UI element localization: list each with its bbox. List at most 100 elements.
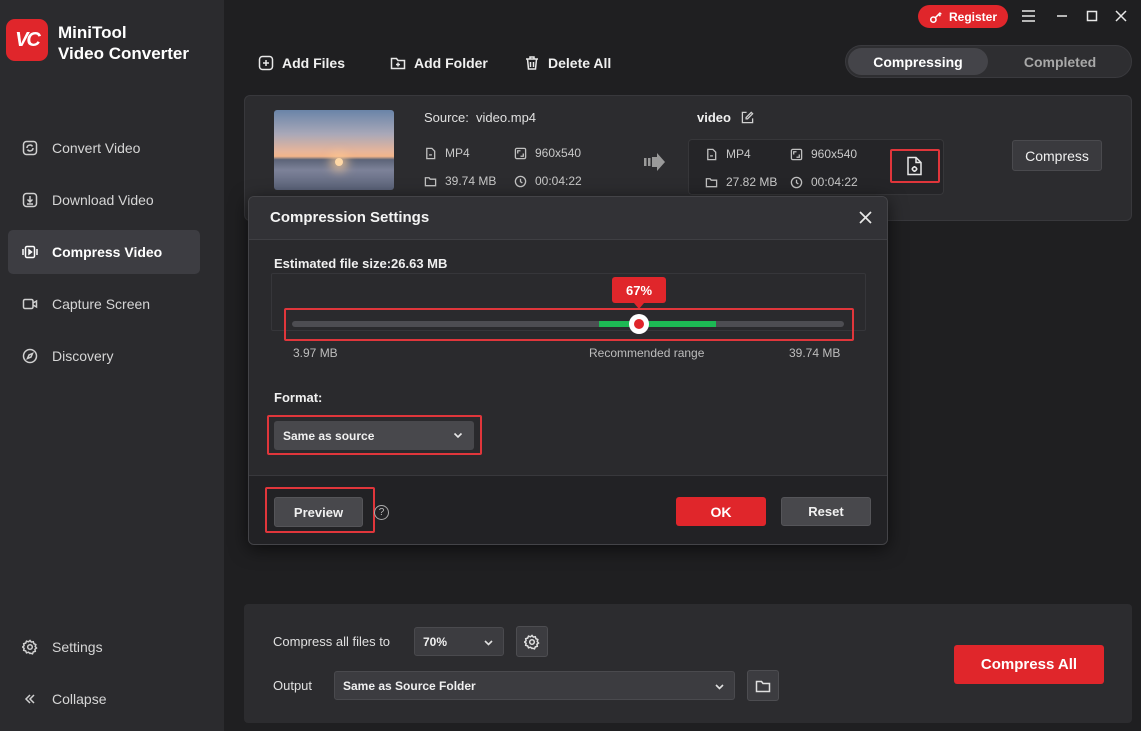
arrow-right-icon bbox=[644, 152, 666, 175]
output-resolution-value: 960x540 bbox=[811, 147, 858, 161]
close-icon[interactable] bbox=[1112, 7, 1130, 25]
source-resolution: 960x540 bbox=[514, 146, 581, 160]
app-title: MiniTool Video Converter bbox=[58, 22, 189, 64]
compress-all-button[interactable]: Compress All bbox=[954, 645, 1104, 684]
output-name-row: video bbox=[697, 110, 754, 125]
source-label-row: Source: video.mp4 bbox=[424, 110, 536, 125]
tab-compressing[interactable]: Compressing bbox=[848, 48, 988, 75]
convert-icon bbox=[22, 140, 38, 156]
source-duration-value: 00:04:22 bbox=[535, 174, 582, 188]
maximize-icon[interactable] bbox=[1083, 7, 1101, 25]
preview-button[interactable]: Preview bbox=[274, 497, 363, 527]
source-duration: 00:04:22 bbox=[514, 174, 582, 188]
size-slider-handle[interactable] bbox=[629, 314, 649, 334]
compression-settings-button[interactable] bbox=[890, 149, 940, 183]
output-size-value: 27.82 MB bbox=[726, 175, 778, 189]
add-file-icon bbox=[258, 55, 274, 71]
chevron-down-icon bbox=[715, 684, 724, 690]
folder-icon bbox=[424, 176, 437, 186]
format-select-value: Same as source bbox=[283, 428, 375, 443]
dialog-close-icon[interactable] bbox=[855, 207, 875, 227]
hamburger-icon[interactable] bbox=[1019, 7, 1037, 25]
compress-ratio-select[interactable]: 70% bbox=[414, 627, 504, 656]
ok-button[interactable]: OK bbox=[676, 497, 766, 526]
output-filename: video bbox=[697, 110, 731, 125]
key-icon bbox=[929, 11, 942, 23]
file-format-icon bbox=[707, 148, 717, 160]
compress-all-to-label: Compress all files to bbox=[273, 634, 391, 649]
trash-icon bbox=[526, 56, 538, 70]
sidebar-item-capture-screen[interactable]: Capture Screen bbox=[8, 282, 200, 326]
add-folder-label: Add Folder bbox=[414, 55, 488, 71]
output-resolution: 960x540 bbox=[790, 147, 857, 161]
percent-bubble: 67% bbox=[612, 277, 666, 309]
sidebar-item-compress-video[interactable]: Compress Video bbox=[8, 230, 200, 274]
sun-image-detail bbox=[335, 158, 343, 166]
minimize-icon[interactable] bbox=[1053, 7, 1071, 25]
sidebar-item-discovery[interactable]: Discovery bbox=[8, 334, 200, 378]
double-chevron-left-icon bbox=[22, 691, 38, 707]
folder-icon bbox=[705, 177, 718, 187]
dialog-header: Compression Settings bbox=[249, 197, 887, 240]
open-folder-button[interactable] bbox=[747, 670, 779, 701]
format-label: Format: bbox=[274, 390, 323, 405]
status-segmented-control: Compressing Completed bbox=[845, 45, 1132, 78]
register-button[interactable]: Register bbox=[918, 5, 1008, 28]
source-size: 39.74 MB bbox=[424, 174, 496, 188]
compass-icon bbox=[22, 348, 38, 364]
estimated-file-size: Estimated file size:26.63 MB bbox=[274, 256, 448, 271]
camera-icon bbox=[22, 296, 38, 312]
video-thumbnail bbox=[274, 110, 394, 190]
add-folder-button[interactable]: Add Folder bbox=[390, 53, 488, 73]
output-folder-value: Same as Source Folder bbox=[343, 678, 476, 693]
output-label: Output bbox=[273, 678, 313, 693]
sidebar: VC MiniTool Video Converter Convert Vide… bbox=[0, 0, 224, 731]
sidebar-settings-label: Settings bbox=[52, 639, 103, 655]
add-files-button[interactable]: Add Files bbox=[258, 53, 345, 73]
recommended-range-label: Recommended range bbox=[589, 346, 705, 360]
output-folder-select[interactable]: Same as Source Folder bbox=[334, 671, 735, 700]
sidebar-item-label: Capture Screen bbox=[52, 296, 151, 312]
source-format-value: MP4 bbox=[445, 146, 470, 160]
compress-icon bbox=[22, 244, 38, 260]
sidebar-item-settings[interactable]: Settings bbox=[8, 625, 200, 669]
compress-ratio-value: 70% bbox=[423, 634, 448, 649]
help-icon[interactable]: ? bbox=[374, 505, 389, 520]
delete-all-button[interactable]: Delete All bbox=[524, 53, 611, 73]
edit-icon[interactable] bbox=[741, 111, 754, 124]
chevron-down-icon bbox=[484, 640, 493, 646]
register-label: Register bbox=[948, 9, 998, 24]
max-size-label: 39.74 MB bbox=[789, 346, 841, 360]
sidebar-item-collapse[interactable]: Collapse bbox=[8, 677, 200, 721]
sidebar-item-convert-video[interactable]: Convert Video bbox=[8, 126, 200, 170]
compress-settings-button[interactable] bbox=[516, 626, 548, 657]
chevron-down-icon bbox=[453, 432, 463, 439]
download-icon bbox=[22, 192, 38, 208]
tab-completed[interactable]: Completed bbox=[990, 48, 1130, 75]
compress-button[interactable]: Compress bbox=[1012, 140, 1102, 171]
resolution-icon bbox=[790, 148, 803, 160]
output-format: MP4 bbox=[705, 147, 751, 161]
sidebar-item-label: Convert Video bbox=[52, 140, 141, 156]
source-label: Source: bbox=[424, 110, 469, 125]
output-duration: 00:04:22 bbox=[790, 175, 858, 189]
sidebar-item-download-video[interactable]: Download Video bbox=[8, 178, 200, 222]
source-resolution-value: 960x540 bbox=[535, 146, 582, 160]
recommended-range-bar bbox=[599, 321, 716, 327]
dialog-title: Compression Settings bbox=[270, 209, 430, 226]
gear-icon bbox=[524, 633, 540, 650]
min-size-label: 3.97 MB bbox=[293, 346, 338, 360]
source-size-value: 39.74 MB bbox=[445, 174, 497, 188]
source-format: MP4 bbox=[424, 146, 470, 160]
compression-settings-dialog: Compression Settings Estimated file size… bbox=[248, 196, 888, 545]
sidebar-item-label: Download Video bbox=[52, 192, 154, 208]
clock-icon bbox=[514, 175, 527, 187]
output-duration-value: 00:04:22 bbox=[811, 175, 858, 189]
delete-all-label: Delete All bbox=[548, 55, 612, 71]
format-select[interactable]: Same as source bbox=[274, 421, 474, 450]
output-size: 27.82 MB bbox=[705, 175, 777, 189]
reset-button[interactable]: Reset bbox=[781, 497, 871, 526]
app-title-line2: Video Converter bbox=[58, 44, 190, 63]
app-title-line1: MiniTool bbox=[58, 23, 127, 42]
size-slider-track[interactable] bbox=[292, 321, 844, 327]
